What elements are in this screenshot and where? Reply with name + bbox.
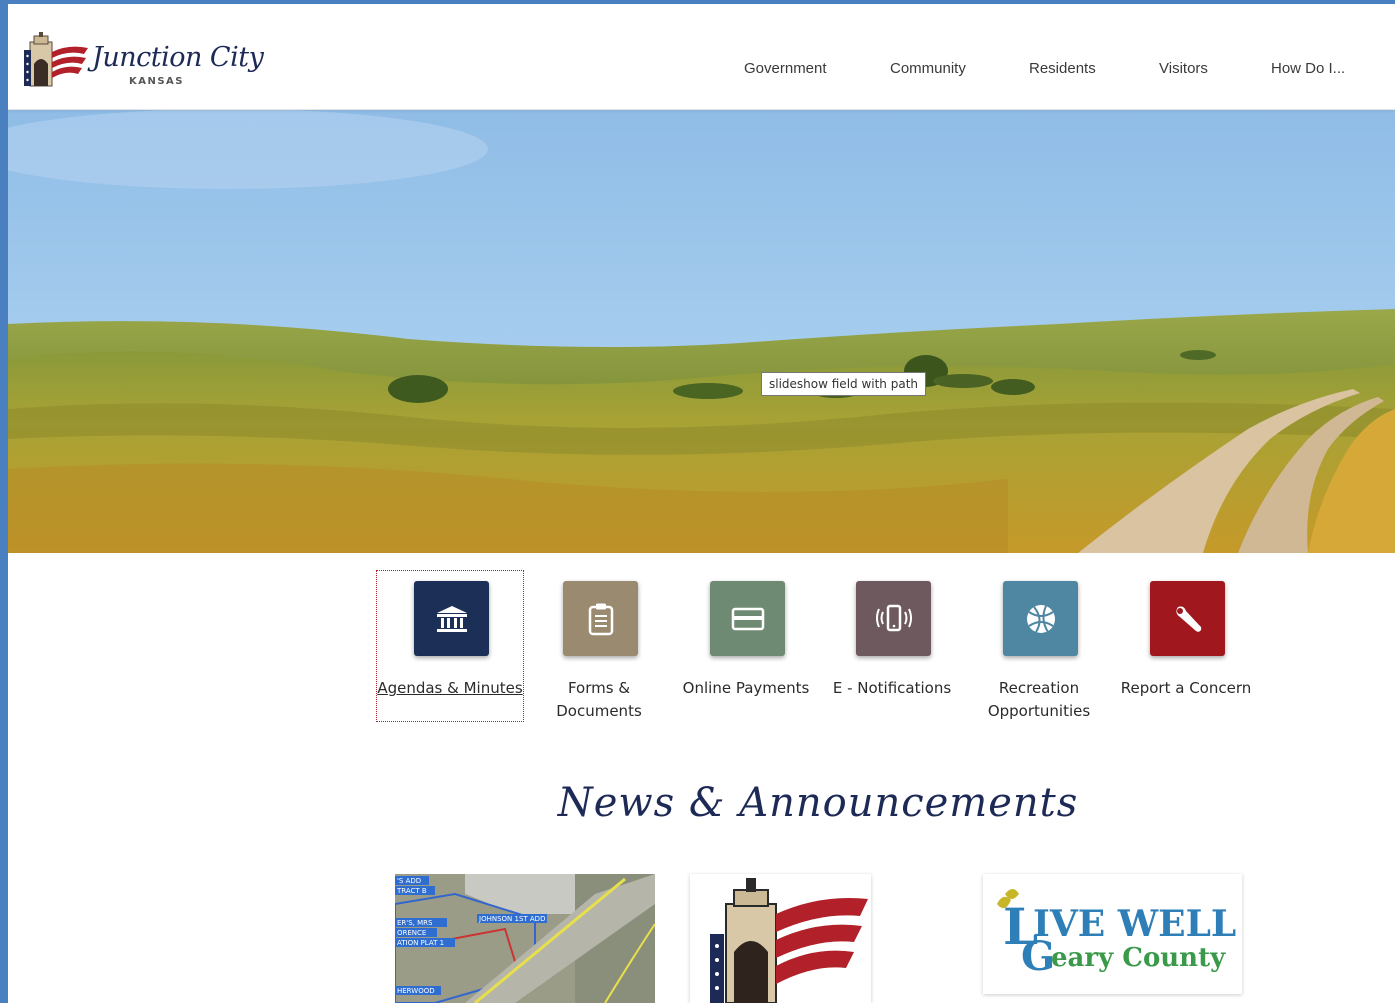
map-label: ATION PLAT 1	[397, 939, 444, 947]
clipboard-icon	[588, 603, 613, 635]
quick-link-report-concern[interactable]: Report a Concern	[1113, 571, 1259, 731]
live-well-text: IVE WELL	[1033, 903, 1236, 945]
junction-city-logo-image	[690, 874, 871, 1003]
nav-community[interactable]: Community	[890, 60, 966, 77]
quick-link-label: Agendas & Minutes	[377, 679, 523, 697]
quick-link-agendas-minutes[interactable]: Agendas & Minutes	[376, 570, 524, 722]
nav-residents[interactable]: Residents	[1029, 60, 1096, 77]
quick-link-forms-documents[interactable]: Forms & Documents	[526, 571, 672, 731]
hero-slideshow[interactable]: slideshow field with path	[8, 109, 1395, 553]
map-label: ORENCE	[397, 929, 426, 937]
main-nav: Government Community Residents Visitors …	[8, 60, 1395, 80]
quick-link-tile[interactable]	[856, 581, 931, 656]
geary-county-text: eary County	[1051, 943, 1226, 973]
quick-link-label: E - Notifications	[832, 679, 952, 697]
nav-government[interactable]: Government	[744, 60, 827, 77]
map-label: JOHNSON 1ST ADD	[478, 915, 545, 923]
prairie-landscape-image	[8, 109, 1395, 553]
nav-visitors[interactable]: Visitors	[1159, 60, 1208, 77]
news-heading: News & Announcements	[557, 780, 1079, 826]
quick-link-e-notifications[interactable]: E - Notifications	[819, 571, 965, 731]
map-label: ER'S, MRS	[397, 919, 433, 927]
quick-link-tile[interactable]	[563, 581, 638, 656]
live-well-geary-county-logo: L IVE WELL G eary County	[983, 874, 1242, 994]
nav-how-do-i[interactable]: How Do I...	[1271, 60, 1345, 77]
news-card-live-well[interactable]: L IVE WELL G eary County	[983, 874, 1242, 994]
quick-link-label: Report a Concern	[1120, 679, 1252, 697]
government-building-icon	[436, 605, 467, 632]
quick-links: Agendas & Minutes Forms & Documents Onli…	[8, 564, 1395, 734]
quick-link-tile[interactable]	[1150, 581, 1225, 656]
page: Junction City KANSAS Government Communit…	[8, 4, 1395, 1003]
quick-link-tile[interactable]	[710, 581, 785, 656]
quick-link-label: Online Payments	[682, 679, 810, 697]
news-card-city-logo[interactable]	[690, 874, 871, 1003]
slideshow-tooltip: slideshow field with path	[761, 372, 927, 396]
map-label: TRACT B	[396, 887, 427, 895]
map-image: 'S ADD TRACT B ER'S, MRS ORENCE ATION PL…	[395, 874, 655, 1003]
basketball-icon	[1026, 604, 1055, 633]
quick-link-label: Recreation Opportunities	[987, 679, 1091, 720]
map-label: HERWOOD	[397, 987, 435, 995]
quick-link-online-payments[interactable]: Online Payments	[673, 571, 819, 731]
news-card-map[interactable]: 'S ADD TRACT B ER'S, MRS ORENCE ATION PL…	[395, 874, 655, 1003]
quick-link-tile[interactable]	[414, 581, 489, 656]
mobile-alert-icon	[875, 604, 912, 631]
quick-link-tile[interactable]	[1003, 581, 1078, 656]
site-header: Junction City KANSAS Government Communit…	[8, 4, 1395, 110]
quick-link-recreation[interactable]: Recreation Opportunities	[966, 571, 1112, 731]
quick-link-label: Forms & Documents	[556, 679, 642, 720]
wrench-icon	[1175, 606, 1201, 632]
credit-card-icon	[731, 607, 764, 630]
map-label: 'S ADD	[397, 877, 421, 885]
